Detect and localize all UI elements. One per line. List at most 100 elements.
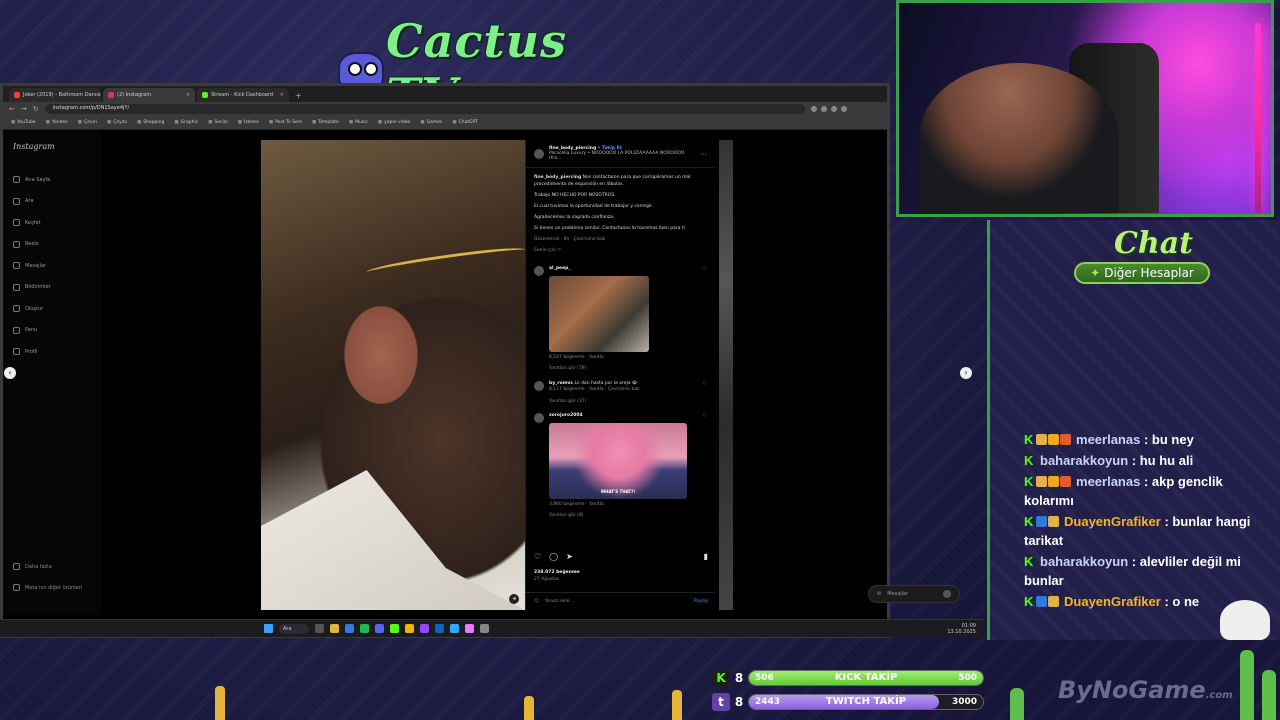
caption-author[interactable]: fine_body_piercing xyxy=(534,175,581,180)
heart-icon[interactable]: ♡ xyxy=(703,413,707,520)
taskbar-clock[interactable]: 01:09 13.10.2025 xyxy=(947,623,976,635)
app-icon[interactable] xyxy=(435,624,444,633)
forward-icon[interactable]: → xyxy=(21,105,27,113)
obs-icon[interactable] xyxy=(480,624,489,633)
instagram-logo[interactable]: Instagram xyxy=(13,142,91,151)
new-tab-button[interactable]: + xyxy=(291,91,306,102)
photoshop-icon[interactable] xyxy=(450,624,459,633)
nav-notifications[interactable]: Bildirimler xyxy=(13,277,91,299)
avatar[interactable] xyxy=(534,148,544,159)
avatar[interactable] xyxy=(534,413,544,423)
next-post-preview[interactable] xyxy=(719,140,733,610)
bookmark[interactable]: Template xyxy=(312,120,339,125)
url-input[interactable]: instagram.com/p/DN1Saye4jY/ xyxy=(44,104,805,114)
nav-messages[interactable]: Mesajlar xyxy=(13,255,91,277)
nav-panel[interactable]: Panu xyxy=(13,320,91,342)
spotify-icon[interactable] xyxy=(360,624,369,633)
chat-username[interactable]: DuayenGrafiker xyxy=(1064,514,1161,529)
comment-user[interactable]: al_peep_ xyxy=(549,266,571,271)
discord-icon[interactable] xyxy=(375,624,384,633)
like-icon[interactable]: ♡ xyxy=(534,552,541,561)
bookmark[interactable]: İzleme xyxy=(238,120,259,125)
bookmark[interactable]: Graphic xyxy=(174,120,199,125)
post-video[interactable]: ◂ xyxy=(261,140,527,610)
cactus-decoration xyxy=(1262,670,1276,720)
nav-profile[interactable]: Profil xyxy=(13,341,91,363)
bookmark[interactable]: Çeviri xyxy=(78,120,97,125)
comment-user[interactable]: by_romvc xyxy=(549,381,573,386)
extension-icon[interactable] xyxy=(840,106,847,112)
search-icon xyxy=(13,197,20,205)
post-comment-button[interactable]: Paylaş xyxy=(694,599,708,604)
back-icon[interactable]: ← xyxy=(9,105,15,113)
close-icon[interactable]: × xyxy=(186,92,190,98)
previous-arrow-icon[interactable]: ‹ xyxy=(4,367,16,379)
more-options-icon[interactable]: ⋯ xyxy=(700,150,707,158)
nav-more[interactable]: Daha fazla xyxy=(13,563,52,570)
chat-username[interactable]: meerlanas xyxy=(1076,432,1140,447)
nav-create[interactable]: Oluştur xyxy=(13,298,91,320)
bookmark[interactable]: Shopping xyxy=(137,120,164,125)
chrome-icon[interactable] xyxy=(405,624,414,633)
comment-user[interactable]: zorojuro2004 xyxy=(549,413,583,418)
bookmark[interactable]: Games xyxy=(420,120,443,125)
messages-pill[interactable]: ✉ Mesajlar xyxy=(868,585,960,603)
bookmark[interactable]: Yandex xyxy=(46,120,68,125)
tab-kick[interactable]: Stream - Kick Dashboard × xyxy=(197,88,289,102)
tab-instagram[interactable]: (2) Instagram × xyxy=(103,88,195,102)
chat-username[interactable]: baharakkoyun xyxy=(1040,453,1128,468)
chat-username[interactable]: DuayenGrafiker xyxy=(1064,594,1161,609)
kick-icon[interactable] xyxy=(390,624,399,633)
extension-icon[interactable] xyxy=(820,106,827,112)
share-icon[interactable]: ➤ xyxy=(566,552,573,561)
comment-icon[interactable]: ◯ xyxy=(549,552,558,561)
next-arrow-icon[interactable]: › xyxy=(960,367,972,379)
chat-username[interactable]: meerlanas xyxy=(1076,474,1140,489)
nav-home[interactable]: Ana Sayfa xyxy=(13,169,91,191)
emoji-icon[interactable]: ☺ xyxy=(534,599,539,604)
bookmark[interactable]: ChatGPT xyxy=(452,120,478,125)
bookmark[interactable]: Post To Sers xyxy=(269,120,302,125)
view-replies[interactable]: Yanıtları gör (17) xyxy=(549,399,698,406)
app-icon[interactable] xyxy=(315,624,324,633)
reload-icon[interactable]: ↻ xyxy=(33,105,39,113)
avatar[interactable] xyxy=(534,380,544,391)
chat-username[interactable]: baharakkoyun xyxy=(1040,554,1128,569)
nav-explore[interactable]: Keşfet xyxy=(13,212,91,234)
badge-icon xyxy=(1048,516,1060,527)
nav-reels[interactable]: Reels xyxy=(13,234,91,256)
heart-icon[interactable]: ♡ xyxy=(703,266,707,373)
post-audio[interactable]: Paracelia Luxury • NOOOOOO LA POLIZIAAAA… xyxy=(549,151,695,161)
chat-title: Chat xyxy=(1114,226,1193,261)
nav-label: Ana Sayfa xyxy=(25,176,51,183)
nav-search[interactable]: Ara xyxy=(13,191,91,213)
taskbar-search[interactable]: Ara xyxy=(279,623,309,634)
chat-messages: K meerlanas : bu ney K baharakkoyun : hu… xyxy=(1024,430,1272,613)
windows-start-icon[interactable] xyxy=(264,624,273,633)
view-replies[interactable]: Yanıtları gör (78) xyxy=(549,366,698,373)
tab-youtube[interactable]: Joker (2019) - Bathroom Dance× xyxy=(9,88,101,102)
mute-icon[interactable]: ◂ xyxy=(509,594,519,604)
extension-icon[interactable] xyxy=(830,106,837,112)
bookmark[interactable]: yapın video xyxy=(378,120,410,125)
for-you-dropdown[interactable]: Senin için ▽ xyxy=(534,247,707,254)
store-icon[interactable] xyxy=(345,624,354,633)
view-replies[interactable]: Yanıtları gör (8) xyxy=(549,513,698,520)
heart-icon[interactable]: ♡ xyxy=(703,381,707,406)
extension-icon[interactable] xyxy=(810,106,817,112)
premiere-icon[interactable] xyxy=(465,624,474,633)
bookmark[interactable]: YouTube xyxy=(11,120,35,125)
bookmark[interactable]: Social xyxy=(208,120,227,125)
caption-text: Trabajo NO HECHO POR NOSOTROS. xyxy=(534,193,616,198)
nav-meta-products[interactable]: Meta'nın diğer ürünleri xyxy=(13,584,82,591)
bookmark[interactable]: Çeyzo xyxy=(107,120,127,125)
avatar[interactable] xyxy=(534,266,544,276)
twitch-icon[interactable] xyxy=(420,624,429,633)
comment-input[interactable]: Yorum ekle... xyxy=(545,599,574,604)
bookmark-icon[interactable]: ▮ xyxy=(704,552,708,561)
bookmark[interactable]: Music xyxy=(349,120,368,125)
tab-bar: Joker (2019) - Bathroom Dance× (2) Insta… xyxy=(3,86,887,102)
close-icon[interactable]: × xyxy=(280,92,284,98)
folder-icon[interactable] xyxy=(330,624,339,633)
likes-count[interactable]: 238.072 beğenme xyxy=(534,570,580,575)
